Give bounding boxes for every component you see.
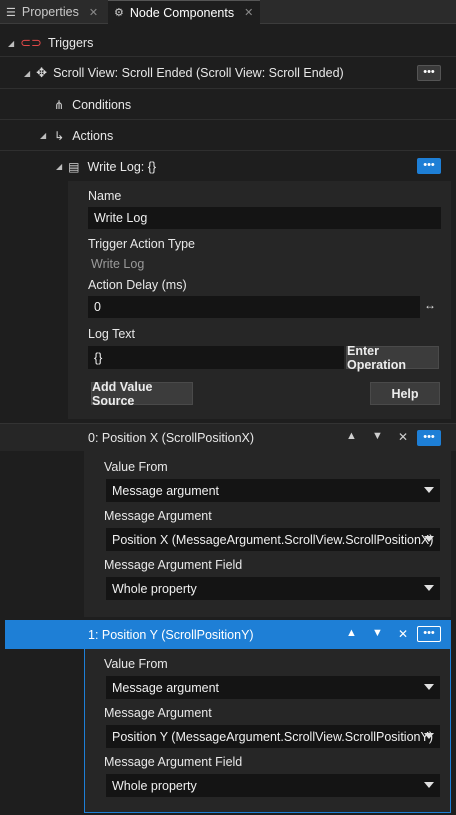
- tree-label: Write Log: {}: [87, 159, 157, 174]
- chevron-down-icon: [424, 684, 434, 690]
- value-from-select[interactable]: Message argument: [106, 479, 440, 502]
- value-source-header[interactable]: 0: Position X (ScrollPositionX) ▲ ▼ ✕ ••…: [0, 423, 456, 451]
- chevron-down-icon: [424, 585, 434, 591]
- more-options-button[interactable]: •••: [417, 158, 441, 174]
- log-text-label: Log Text: [88, 327, 136, 341]
- chevron-down-icon: [424, 782, 434, 788]
- tree-label: Scroll View: Scroll Ended (Scroll View: …: [53, 66, 344, 80]
- message-argument-select[interactable]: Position X (MessageArgument.ScrollView.S…: [106, 528, 440, 551]
- value-from-select[interactable]: Message argument: [106, 676, 440, 699]
- move-down-icon[interactable]: ▼: [372, 430, 383, 442]
- node-components-icon: ⚙: [114, 7, 124, 19]
- remove-icon[interactable]: ✕: [398, 627, 408, 641]
- trigger-action-type-label: Trigger Action Type: [88, 237, 196, 251]
- value-source-body: Value From Message argument Message Argu…: [84, 451, 451, 617]
- action-delay-field[interactable]: 0: [88, 296, 420, 318]
- message-argument-label: Message Argument: [104, 509, 212, 523]
- tree-row-actions[interactable]: ◢ ↳ Actions: [0, 121, 456, 151]
- close-icon[interactable]: ✕: [89, 6, 98, 19]
- tree-row-triggers[interactable]: ◢ ⊂⊃ Triggers: [0, 30, 456, 57]
- tree-row-trigger-item[interactable]: ◢ ✥ Scroll View: Scroll Ended (Scroll Vi…: [0, 58, 456, 89]
- collapse-arrow-icon[interactable]: ◢: [56, 162, 62, 171]
- remove-icon[interactable]: ✕: [398, 430, 408, 444]
- tab-label: Properties: [21, 5, 79, 19]
- chevron-down-icon: [424, 733, 434, 739]
- scroll-view-icon: ✥: [36, 65, 48, 80]
- tree-label: Triggers: [47, 36, 94, 50]
- more-options-button[interactable]: •••: [417, 65, 441, 81]
- message-argument-label: Message Argument: [104, 706, 212, 720]
- value-source-title: 0: Position X (ScrollPositionX): [88, 431, 255, 445]
- select-value: Whole property: [112, 581, 197, 596]
- message-argument-select[interactable]: Position Y (MessageArgument.ScrollView.S…: [106, 725, 440, 748]
- select-value: Whole property: [112, 778, 197, 793]
- name-field[interactable]: Write Log: [88, 207, 441, 229]
- collapse-arrow-icon[interactable]: ◢: [8, 39, 14, 48]
- enter-operation-button[interactable]: Enter Operation: [346, 344, 439, 372]
- move-down-icon[interactable]: ▼: [372, 627, 383, 639]
- move-up-icon[interactable]: ▲: [346, 430, 357, 442]
- message-argument-field-select[interactable]: Whole property: [106, 774, 440, 797]
- tab-properties[interactable]: ☰ Properties ✕: [0, 0, 108, 24]
- collapse-arrow-icon[interactable]: ◢: [24, 69, 30, 78]
- select-value: Message argument: [112, 680, 220, 695]
- drag-adjust-icon[interactable]: ↔: [424, 298, 436, 312]
- trigger-action-type-value: Write Log: [91, 257, 145, 271]
- value-source-title: 1: Position Y (ScrollPositionY): [88, 628, 254, 642]
- log-text-field[interactable]: {}: [88, 346, 344, 369]
- value-source-header-selected[interactable]: 1: Position Y (ScrollPositionY) ▲ ▼ ✕ ••…: [5, 620, 451, 649]
- move-up-icon[interactable]: ▲: [346, 627, 357, 639]
- tree-label: Conditions: [72, 97, 132, 112]
- write-log-icon: ▤: [68, 159, 80, 174]
- trigger-icon: ⊂⊃: [20, 35, 42, 50]
- tab-node-components[interactable]: ⚙ Node Components ✕: [108, 0, 260, 24]
- tree-row-write-log[interactable]: ◢ ▤ Write Log: {} •••: [0, 152, 456, 181]
- value-from-label: Value From: [104, 657, 168, 671]
- tree-row-conditions[interactable]: ⋔ Conditions: [0, 90, 456, 120]
- tab-bar: ☰ Properties ✕ ⚙ Node Components ✕: [0, 0, 456, 24]
- collapse-arrow-icon[interactable]: ◢: [40, 131, 46, 140]
- message-argument-field-label: Message Argument Field: [104, 558, 243, 572]
- tree-label: Actions: [72, 128, 114, 143]
- more-options-button[interactable]: •••: [417, 430, 441, 446]
- select-value: Message argument: [112, 483, 220, 498]
- chevron-down-icon: [424, 487, 434, 493]
- message-argument-field-select[interactable]: Whole property: [106, 577, 440, 600]
- message-argument-field-label: Message Argument Field: [104, 755, 243, 769]
- help-button[interactable]: Help: [370, 382, 440, 405]
- select-value: Position Y (MessageArgument.ScrollView.S…: [112, 729, 433, 744]
- value-source-body: Value From Message argument Message Argu…: [84, 649, 451, 813]
- list-icon: ☰: [6, 6, 16, 19]
- select-value: Position X (MessageArgument.ScrollView.S…: [112, 532, 434, 547]
- name-label: Name: [88, 189, 122, 203]
- add-value-source-button[interactable]: Add Value Source: [91, 380, 193, 408]
- action-delay-label: Action Delay (ms): [88, 278, 187, 292]
- conditions-icon: ⋔: [54, 97, 65, 112]
- chevron-down-icon: [424, 536, 434, 542]
- tab-label: Node Components: [129, 5, 235, 20]
- more-options-button[interactable]: •••: [417, 626, 441, 642]
- actions-icon: ↳: [54, 128, 65, 143]
- value-from-label: Value From: [104, 460, 168, 474]
- close-icon[interactable]: ✕: [244, 6, 253, 19]
